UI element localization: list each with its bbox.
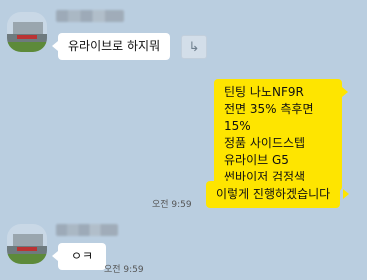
sender-name-blurred	[56, 10, 124, 22]
outgoing-message-bubble[interactable]: 틴팅 나노NF9R 전면 35% 측후면15% 정품 사이드스텝 유라이브 G5…	[214, 79, 342, 191]
sender-avatar[interactable]	[7, 224, 47, 264]
sender-avatar[interactable]	[7, 12, 47, 52]
chat-window: 유라이브로 하지뭐 ↳ 틴팅 나노NF9R 전면 35% 측후면15% 정품 사…	[0, 0, 367, 280]
outgoing-message-bubble[interactable]: 이렇게 진행하겠습니다	[206, 181, 341, 208]
incoming-message-bubble[interactable]: ㅇㅋ	[58, 243, 107, 270]
share-icon[interactable]: ↳	[181, 35, 207, 59]
message-timestamp: 오전 9:59	[104, 265, 144, 275]
message-timestamp: 오전 9:59	[152, 200, 192, 210]
incoming-message-bubble[interactable]: 유라이브로 하지뭐	[58, 33, 171, 60]
sender-name-blurred	[56, 224, 118, 236]
